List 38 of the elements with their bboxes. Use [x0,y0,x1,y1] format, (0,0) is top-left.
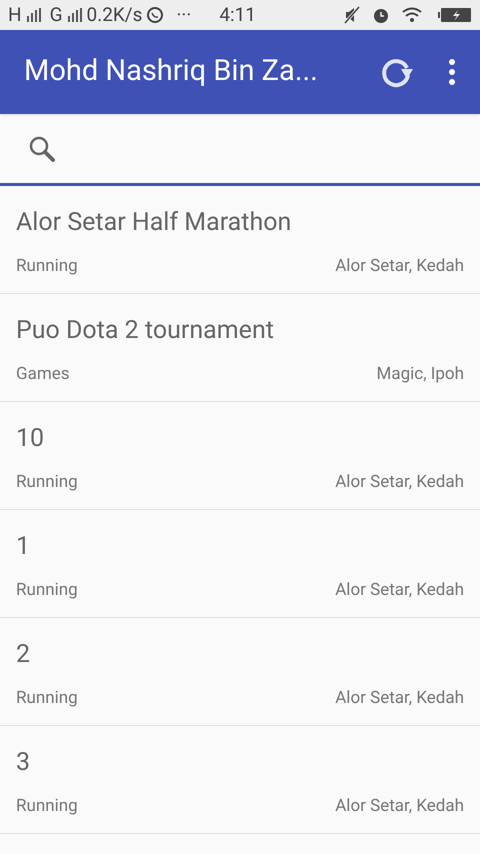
event-location: Alor Setar, Kedah [335,254,464,278]
battery-icon [438,7,472,23]
app-bar-title: Mohd Nashriq Bin Za... [24,53,319,90]
event-title: 3 [16,747,32,779]
event-title: 1 [16,531,32,563]
event-category: Running [16,794,78,818]
clock: 4:11 [219,2,256,28]
event-category: Running [16,686,78,710]
network-type: G [50,2,63,28]
wifi-icon [402,7,422,23]
event-item[interactable]: Puo Dota 2 tournament Games Magic, Ipoh [0,294,480,402]
event-title: 2 [16,639,32,671]
chat-icon [146,6,164,24]
muted-icon [344,6,360,24]
event-location: Magic, Ipoh [376,362,464,386]
search-icon [28,134,56,162]
event-item[interactable]: 2 Running Alor Setar, Kedah [0,618,480,726]
event-title: Puo Dota 2 tournament [16,315,275,347]
event-item[interactable]: 3 Running Alor Setar, Kedah [0,726,480,834]
event-category: Running [16,470,78,494]
network-speed: 0.2K/s [86,2,142,28]
event-location: Alor Setar, Kedah [335,794,464,818]
event-item[interactable]: Alor Setar Half Marathon Running Alor Setar, Kedah [0,186,480,294]
signal-icon [26,8,42,22]
event-location: Alor Setar, Kedah [335,578,464,602]
signal-icon [66,8,83,22]
network-type: H [8,2,22,28]
event-title: Alor Setar Half Marathon [16,207,292,239]
event-title: 10 [16,423,46,455]
event-category: Running [16,254,78,278]
more-notifications: ··· [176,2,192,28]
event-item[interactable]: 1 Running Alor Setar, Kedah [0,510,480,618]
event-category: Games [16,362,70,386]
event-item[interactable]: 10 Running Alor Setar, Kedah [0,402,480,510]
event-location: Alor Setar, Kedah [335,470,464,494]
event-category: Running [16,578,78,602]
event-location: Alor Setar, Kedah [335,686,464,710]
alarm-icon [372,6,390,24]
